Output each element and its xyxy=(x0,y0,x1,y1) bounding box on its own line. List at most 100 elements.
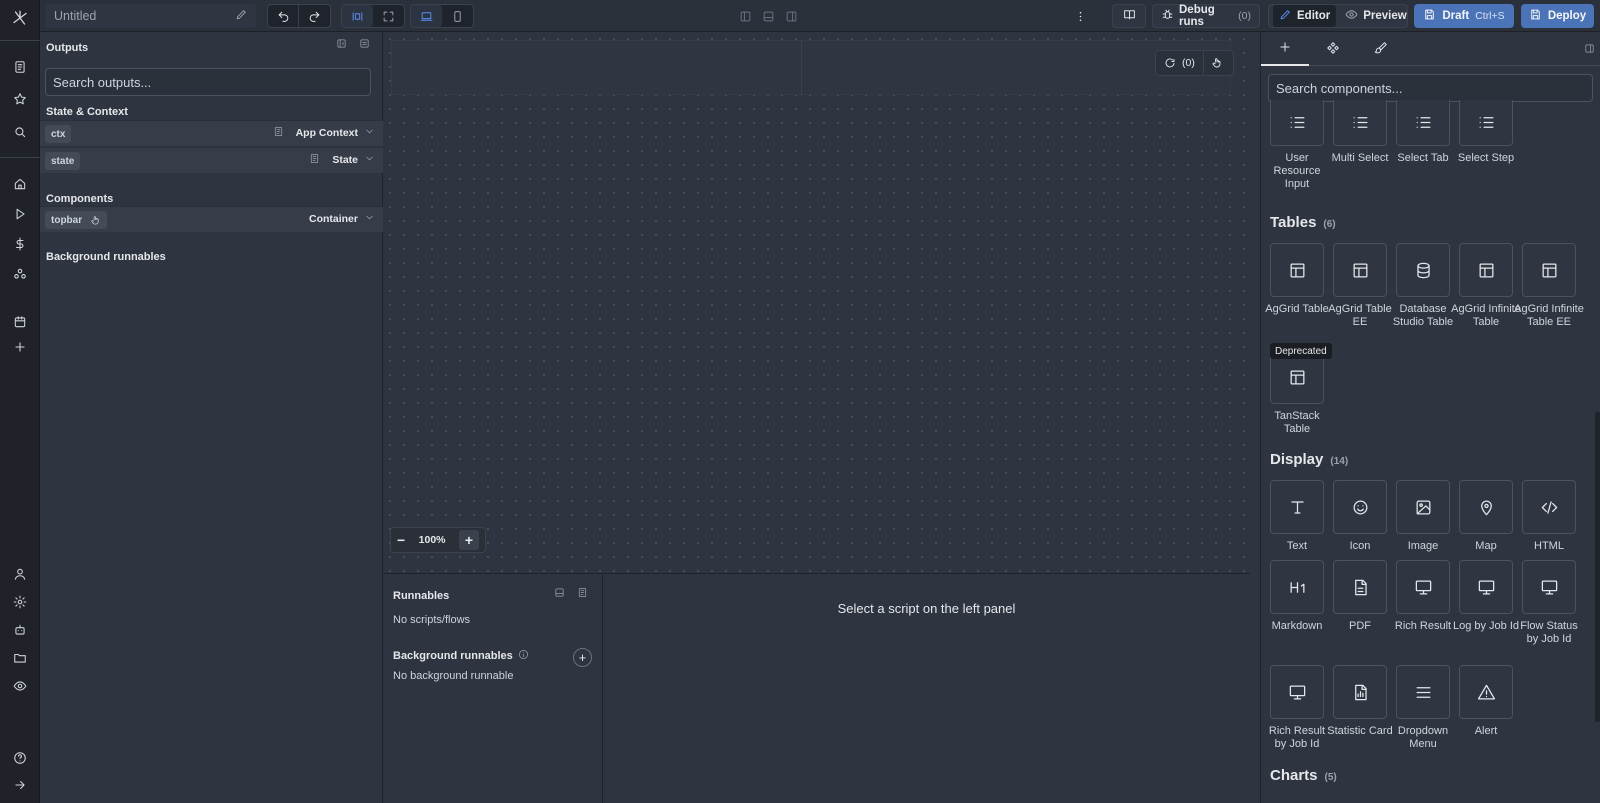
dollar-icon[interactable] xyxy=(0,232,40,256)
pointer-hand-icon[interactable] xyxy=(90,215,101,226)
width-mode-group xyxy=(341,4,405,28)
expand-all-icon[interactable] xyxy=(359,38,370,52)
zoom-in-button[interactable]: + xyxy=(458,530,479,550)
component-tile[interactable]: Dropdown Menu xyxy=(1396,665,1450,751)
component-tile[interactable]: AgGrid Infinite Table EE xyxy=(1514,243,1584,329)
preview-tab[interactable]: Preview xyxy=(1341,5,1410,27)
info-icon[interactable] xyxy=(518,649,529,663)
workspace-icon[interactable] xyxy=(0,262,40,286)
fit-width-icon[interactable] xyxy=(342,5,373,27)
search-outputs-input[interactable] xyxy=(45,68,371,96)
user-icon[interactable] xyxy=(0,562,40,586)
tab-styling[interactable] xyxy=(1357,32,1405,66)
calendar-icon[interactable] xyxy=(0,310,40,334)
component-tile[interactable]: Multi Select xyxy=(1332,100,1388,165)
panel-collapse-icon[interactable] xyxy=(1584,43,1595,57)
deploy-label: Deploy xyxy=(1547,10,1587,22)
component-tile[interactable]: User Resource Input xyxy=(1270,100,1324,191)
component-tile[interactable]: Statistic Card xyxy=(1327,665,1393,738)
debug-runs-button[interactable]: Debug runs (0) xyxy=(1152,4,1260,28)
editor-tab[interactable]: Editor xyxy=(1273,5,1337,27)
tab-settings[interactable] xyxy=(1309,32,1357,66)
output-row-ctx[interactable]: ctx App Context xyxy=(40,120,383,146)
search-icon[interactable] xyxy=(0,120,40,144)
panel-right-icon[interactable] xyxy=(783,4,799,28)
map-pin-icon xyxy=(1459,480,1513,534)
hand-tool-icon[interactable] xyxy=(1204,51,1230,75)
component-tile[interactable]: Icon xyxy=(1333,480,1387,553)
home-icon[interactable] xyxy=(0,172,40,196)
panel-bottom-icon[interactable] xyxy=(760,4,776,28)
zoom-level: 100% xyxy=(418,534,446,546)
tab-insert[interactable] xyxy=(1261,32,1309,66)
component-tile[interactable]: AgGrid Table EE xyxy=(1328,243,1392,329)
app-title-field[interactable]: Untitled xyxy=(46,4,256,28)
top-bar: Untitled Debug runs (0) Editor Preview D… xyxy=(40,0,1600,32)
folder-icon[interactable] xyxy=(0,646,40,670)
component-tile[interactable]: Flow Status by Job Id xyxy=(1520,560,1578,646)
plus-icon[interactable] xyxy=(0,335,40,359)
mobile-icon[interactable] xyxy=(442,5,473,27)
docs-button[interactable] xyxy=(1112,4,1146,28)
save-icon xyxy=(1423,8,1436,24)
deploy-button[interactable]: Deploy xyxy=(1521,4,1594,28)
scrollbar[interactable] xyxy=(1595,412,1600,722)
component-label: Flow Status by Job Id xyxy=(1520,620,1578,645)
bot-icon[interactable] xyxy=(0,618,40,642)
collapse-all-icon[interactable] xyxy=(336,38,347,52)
more-vertical-icon[interactable] xyxy=(1070,4,1090,28)
topbar-container[interactable]: (0) xyxy=(391,40,1234,96)
component-tile[interactable]: TanStack Table xyxy=(1270,350,1324,436)
component-tile[interactable]: Image xyxy=(1396,480,1450,553)
pencil-icon[interactable] xyxy=(235,8,248,24)
document-icon[interactable] xyxy=(577,587,588,601)
component-settings-icon xyxy=(1326,41,1340,58)
eye-icon[interactable] xyxy=(0,674,40,698)
help-icon[interactable] xyxy=(0,746,40,770)
undo-icon[interactable] xyxy=(268,5,300,27)
draft-button[interactable]: Draft Ctrl+S xyxy=(1414,4,1514,28)
fullscreen-icon[interactable] xyxy=(373,5,404,27)
chevron-down-icon[interactable] xyxy=(364,212,375,226)
logo-icon[interactable] xyxy=(0,6,40,30)
chevron-down-icon[interactable] xyxy=(364,153,375,167)
search-components-input[interactable] xyxy=(1268,74,1593,102)
component-tile[interactable]: Log by Job Id xyxy=(1453,560,1519,633)
component-tile[interactable]: Markdown xyxy=(1270,560,1324,633)
component-tile[interactable]: HTML xyxy=(1522,480,1576,553)
refresh-button[interactable]: (0) xyxy=(1156,51,1204,75)
component-tile[interactable]: Text xyxy=(1270,480,1324,553)
chevron-down-icon[interactable] xyxy=(364,126,375,140)
no-background-text: No background runnable xyxy=(393,670,514,682)
component-tile[interactable]: Select Step xyxy=(1458,100,1514,165)
component-tile[interactable]: AgGrid Infinite Table xyxy=(1451,243,1521,329)
desktop-icon[interactable] xyxy=(411,5,442,27)
output-row-state[interactable]: state State xyxy=(40,147,383,173)
heading-icon xyxy=(1270,560,1324,614)
component-tile[interactable]: Select Tab xyxy=(1396,100,1450,165)
document-icon[interactable] xyxy=(0,55,40,79)
panel-left-icon[interactable] xyxy=(737,4,753,28)
component-tile[interactable]: Map xyxy=(1459,480,1513,553)
add-runnable-button[interactable]: + xyxy=(573,648,592,667)
table-icon xyxy=(1459,243,1513,297)
component-tile[interactable]: AgGrid Table xyxy=(1265,243,1329,316)
expand-nav-icon[interactable] xyxy=(0,773,40,797)
output-type: Container xyxy=(309,212,375,226)
play-icon[interactable] xyxy=(0,202,40,226)
redo-icon[interactable] xyxy=(299,5,330,27)
component-tile[interactable]: Database Studio Table xyxy=(1393,243,1453,329)
editor-canvas[interactable]: (0) − 100% + xyxy=(383,32,1250,573)
component-tile[interactable]: PDF xyxy=(1333,560,1387,633)
component-tile[interactable]: Rich Result by Job Id xyxy=(1269,665,1325,751)
output-type: App Context xyxy=(273,126,375,140)
component-tile[interactable]: Alert xyxy=(1459,665,1513,738)
output-row-topbar[interactable]: topbar Container xyxy=(40,206,383,232)
collapse-icon[interactable] xyxy=(554,587,565,601)
component-tile[interactable]: Rich Result xyxy=(1395,560,1451,633)
file-text-icon xyxy=(1333,560,1387,614)
script-editor-pane: Select a script on the left panel xyxy=(603,573,1250,803)
gear-icon[interactable] xyxy=(0,590,40,614)
zoom-out-button[interactable]: − xyxy=(397,532,405,548)
star-icon[interactable] xyxy=(0,87,40,111)
